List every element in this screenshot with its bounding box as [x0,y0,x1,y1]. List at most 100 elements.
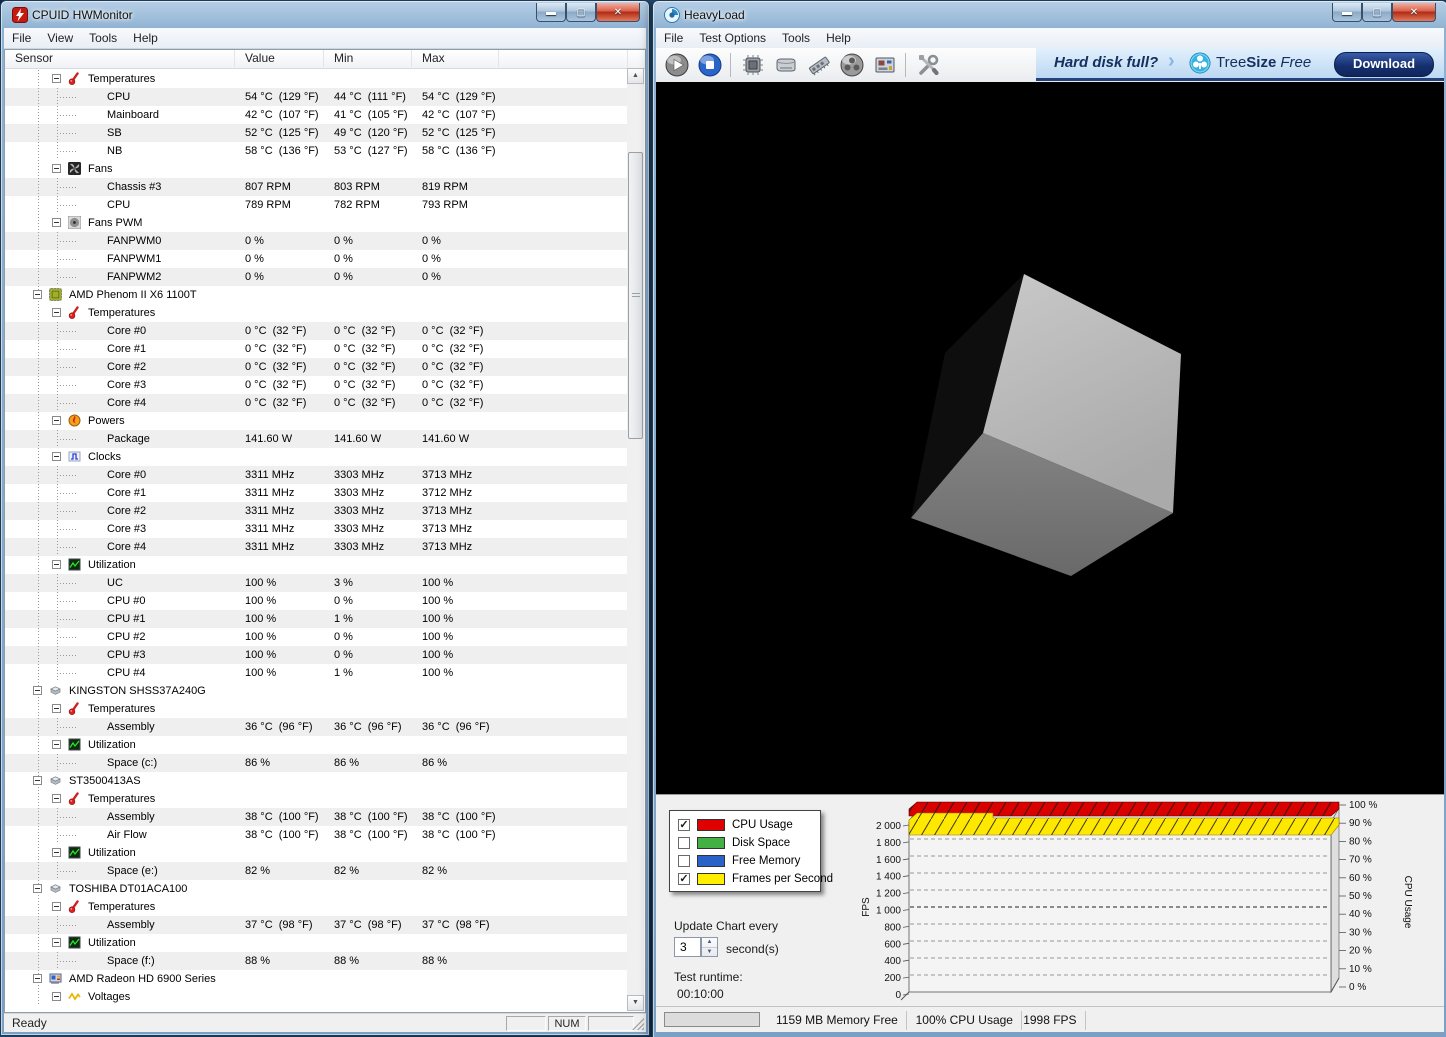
column-header-value[interactable]: Value [235,50,324,67]
heavyload-titlebar[interactable]: HeavyLoad ▬ ▢ ✕ [656,4,1444,28]
tree-row-core-3[interactable]: Core #33311 MHz3303 MHz3713 MHz [5,520,628,538]
column-header-min[interactable]: Min [324,50,412,67]
tree-row-utilization[interactable]: Utilization [5,736,628,754]
collapse-expander-icon[interactable] [52,560,61,569]
tree-row-voltages[interactable]: Voltages [5,988,628,1006]
vertical-scrollbar[interactable]: ▲ ▼ [627,68,644,1011]
maximize-button[interactable]: ▢ [1362,3,1392,22]
tree-row-cpu-4[interactable]: CPU #4100 %1 %100 % [5,664,628,682]
collapse-expander-icon[interactable] [33,290,42,299]
start-test-icon[interactable] [664,52,690,78]
tree-row-assembly[interactable]: Assembly37 °C (98 °F)37 °C (98 °F)37 °C … [5,916,628,934]
minimize-button[interactable]: ▬ [536,3,566,22]
tree-row-cpu[interactable]: CPU54 °C (129 °F)44 °C (111 °F)54 °C (12… [5,88,628,106]
tree-row-core-2[interactable]: Core #23311 MHz3303 MHz3713 MHz [5,502,628,520]
menu-tools[interactable]: Tools [774,28,818,48]
interval-stepper[interactable]: ▲▼ [701,937,718,957]
tree-row-assembly[interactable]: Assembly38 °C (100 °F)38 °C (100 °F)38 °… [5,808,628,826]
stop-test-icon[interactable] [697,52,723,78]
tree-row-space-f-[interactable]: Space (f:)88 %88 %88 % [5,952,628,970]
tree-row-fanpwm2[interactable]: FANPWM20 %0 %0 % [5,268,628,286]
collapse-expander-icon[interactable] [52,416,61,425]
tree-row-core-4[interactable]: Core #40 °C (32 °F)0 °C (32 °F)0 °C (32 … [5,394,628,412]
tree-row-mainboard[interactable]: Mainboard42 °C (107 °F)41 °C (105 °F)42 … [5,106,628,124]
tree-row-space-c-[interactable]: Space (c:)86 %86 %86 % [5,754,628,772]
scroll-up-button[interactable]: ▲ [627,68,644,84]
tree-row-utilization[interactable]: Utilization [5,844,628,862]
harddisk-icon[interactable] [773,52,799,78]
stepper-up-icon[interactable]: ▲ [702,938,717,948]
memory-icon[interactable] [806,52,832,78]
resize-grip[interactable] [632,1018,644,1030]
column-header-blank[interactable] [499,50,628,67]
collapse-expander-icon[interactable] [33,884,42,893]
treesize-ad-banner[interactable]: Hard disk full? › TreeSizeFree Download [1036,48,1444,81]
tree-row-temperatures[interactable]: Temperatures [5,898,628,916]
tree-row-powers[interactable]: Powers [5,412,628,430]
legend-checkbox-free-memory[interactable] [678,855,690,867]
download-button[interactable]: Download [1334,52,1434,77]
tree-row-cpu-1[interactable]: CPU #1100 %1 %100 % [5,610,628,628]
tree-row-space-e-[interactable]: Space (e:)82 %82 %82 % [5,862,628,880]
tree-row-fanpwm1[interactable]: FANPWM10 %0 %0 % [5,250,628,268]
tree-row-uc[interactable]: UC100 %3 %100 % [5,574,628,592]
settings-icon[interactable] [915,52,941,78]
tree-row-clocks[interactable]: Clocks [5,448,628,466]
maximize-button[interactable]: ▢ [566,3,596,22]
tree-row-cpu-3[interactable]: CPU #3100 %0 %100 % [5,646,628,664]
collapse-expander-icon[interactable] [52,218,61,227]
tree-row-core-0[interactable]: Core #00 °C (32 °F)0 °C (32 °F)0 °C (32 … [5,322,628,340]
legend-checkbox-disk-space[interactable] [678,837,690,849]
tree-row-nb[interactable]: NB58 °C (136 °F)53 °C (127 °F)58 °C (136… [5,142,628,160]
column-header-max[interactable]: Max [412,50,499,67]
tree-row-fans[interactable]: Fans [5,160,628,178]
menu-view[interactable]: View [39,28,81,48]
tree-row-core-4[interactable]: Core #43311 MHz3303 MHz3713 MHz [5,538,628,556]
tree-row-cpu-2[interactable]: CPU #2100 %0 %100 % [5,628,628,646]
tree-row-utilization[interactable]: Utilization [5,934,628,952]
tree-row-amd-phenom-ii-x6-1100t[interactable]: AMD Phenom II X6 1100T [5,286,628,304]
interval-input[interactable]: 3 [674,937,701,957]
collapse-expander-icon[interactable] [52,794,61,803]
collapse-expander-icon[interactable] [52,704,61,713]
tree-row-utilization[interactable]: Utilization [5,556,628,574]
collapse-expander-icon[interactable] [52,452,61,461]
collapse-expander-icon[interactable] [52,164,61,173]
menu-help[interactable]: Help [125,28,166,48]
tree-row-st3500413as[interactable]: ST3500413AS [5,772,628,790]
collapse-expander-icon[interactable] [33,776,42,785]
menu-tools[interactable]: Tools [81,28,125,48]
tree-row-temperatures[interactable]: Temperatures [5,304,628,322]
tree-row-fans-pwm[interactable]: Fans PWM [5,214,628,232]
collapse-expander-icon[interactable] [52,992,61,1001]
collapse-expander-icon[interactable] [33,686,42,695]
tree-row-package[interactable]: Package141.60 W141.60 W141.60 W [5,430,628,448]
tree-row-core-0[interactable]: Core #03311 MHz3303 MHz3713 MHz [5,466,628,484]
stepper-down-icon[interactable]: ▼ [702,948,717,957]
tree-row-toshiba-dt01aca100[interactable]: TOSHIBA DT01ACA100 [5,880,628,898]
close-button[interactable]: ✕ [1392,3,1436,22]
hwmonitor-titlebar[interactable]: CPUID HWMonitor ▬ ▢ ✕ [4,4,646,28]
menu-test-options[interactable]: Test Options [691,28,774,48]
mainboard-icon[interactable] [872,52,898,78]
tree-row-fanpwm0[interactable]: FANPWM00 %0 %0 % [5,232,628,250]
tree-row-chassis-3[interactable]: Chassis #3807 RPM803 RPM819 RPM [5,178,628,196]
menu-file[interactable]: File [4,28,39,48]
collapse-expander-icon[interactable] [52,740,61,749]
column-header-sensor[interactable]: Sensor [5,50,235,67]
scroll-down-button[interactable]: ▼ [627,995,644,1011]
menu-help[interactable]: Help [818,28,859,48]
menu-file[interactable]: File [656,28,691,48]
cpu-icon[interactable] [740,52,766,78]
collapse-expander-icon[interactable] [52,848,61,857]
tree-row-core-2[interactable]: Core #20 °C (32 °F)0 °C (32 °F)0 °C (32 … [5,358,628,376]
collapse-expander-icon[interactable] [33,974,42,983]
tree-row-core-1[interactable]: Core #13311 MHz3303 MHz3712 MHz [5,484,628,502]
collapse-expander-icon[interactable] [52,938,61,947]
tree-row-core-1[interactable]: Core #10 °C (32 °F)0 °C (32 °F)0 °C (32 … [5,340,628,358]
tree-row-cpu-0[interactable]: CPU #0100 %0 %100 % [5,592,628,610]
tree-row-air-flow[interactable]: Air Flow38 °C (100 °F)38 °C (100 °F)38 °… [5,826,628,844]
scrollbar-thumb[interactable] [628,152,643,439]
legend-checkbox-cpu-usage[interactable]: ✓ [678,819,690,831]
close-button[interactable]: ✕ [596,3,640,22]
